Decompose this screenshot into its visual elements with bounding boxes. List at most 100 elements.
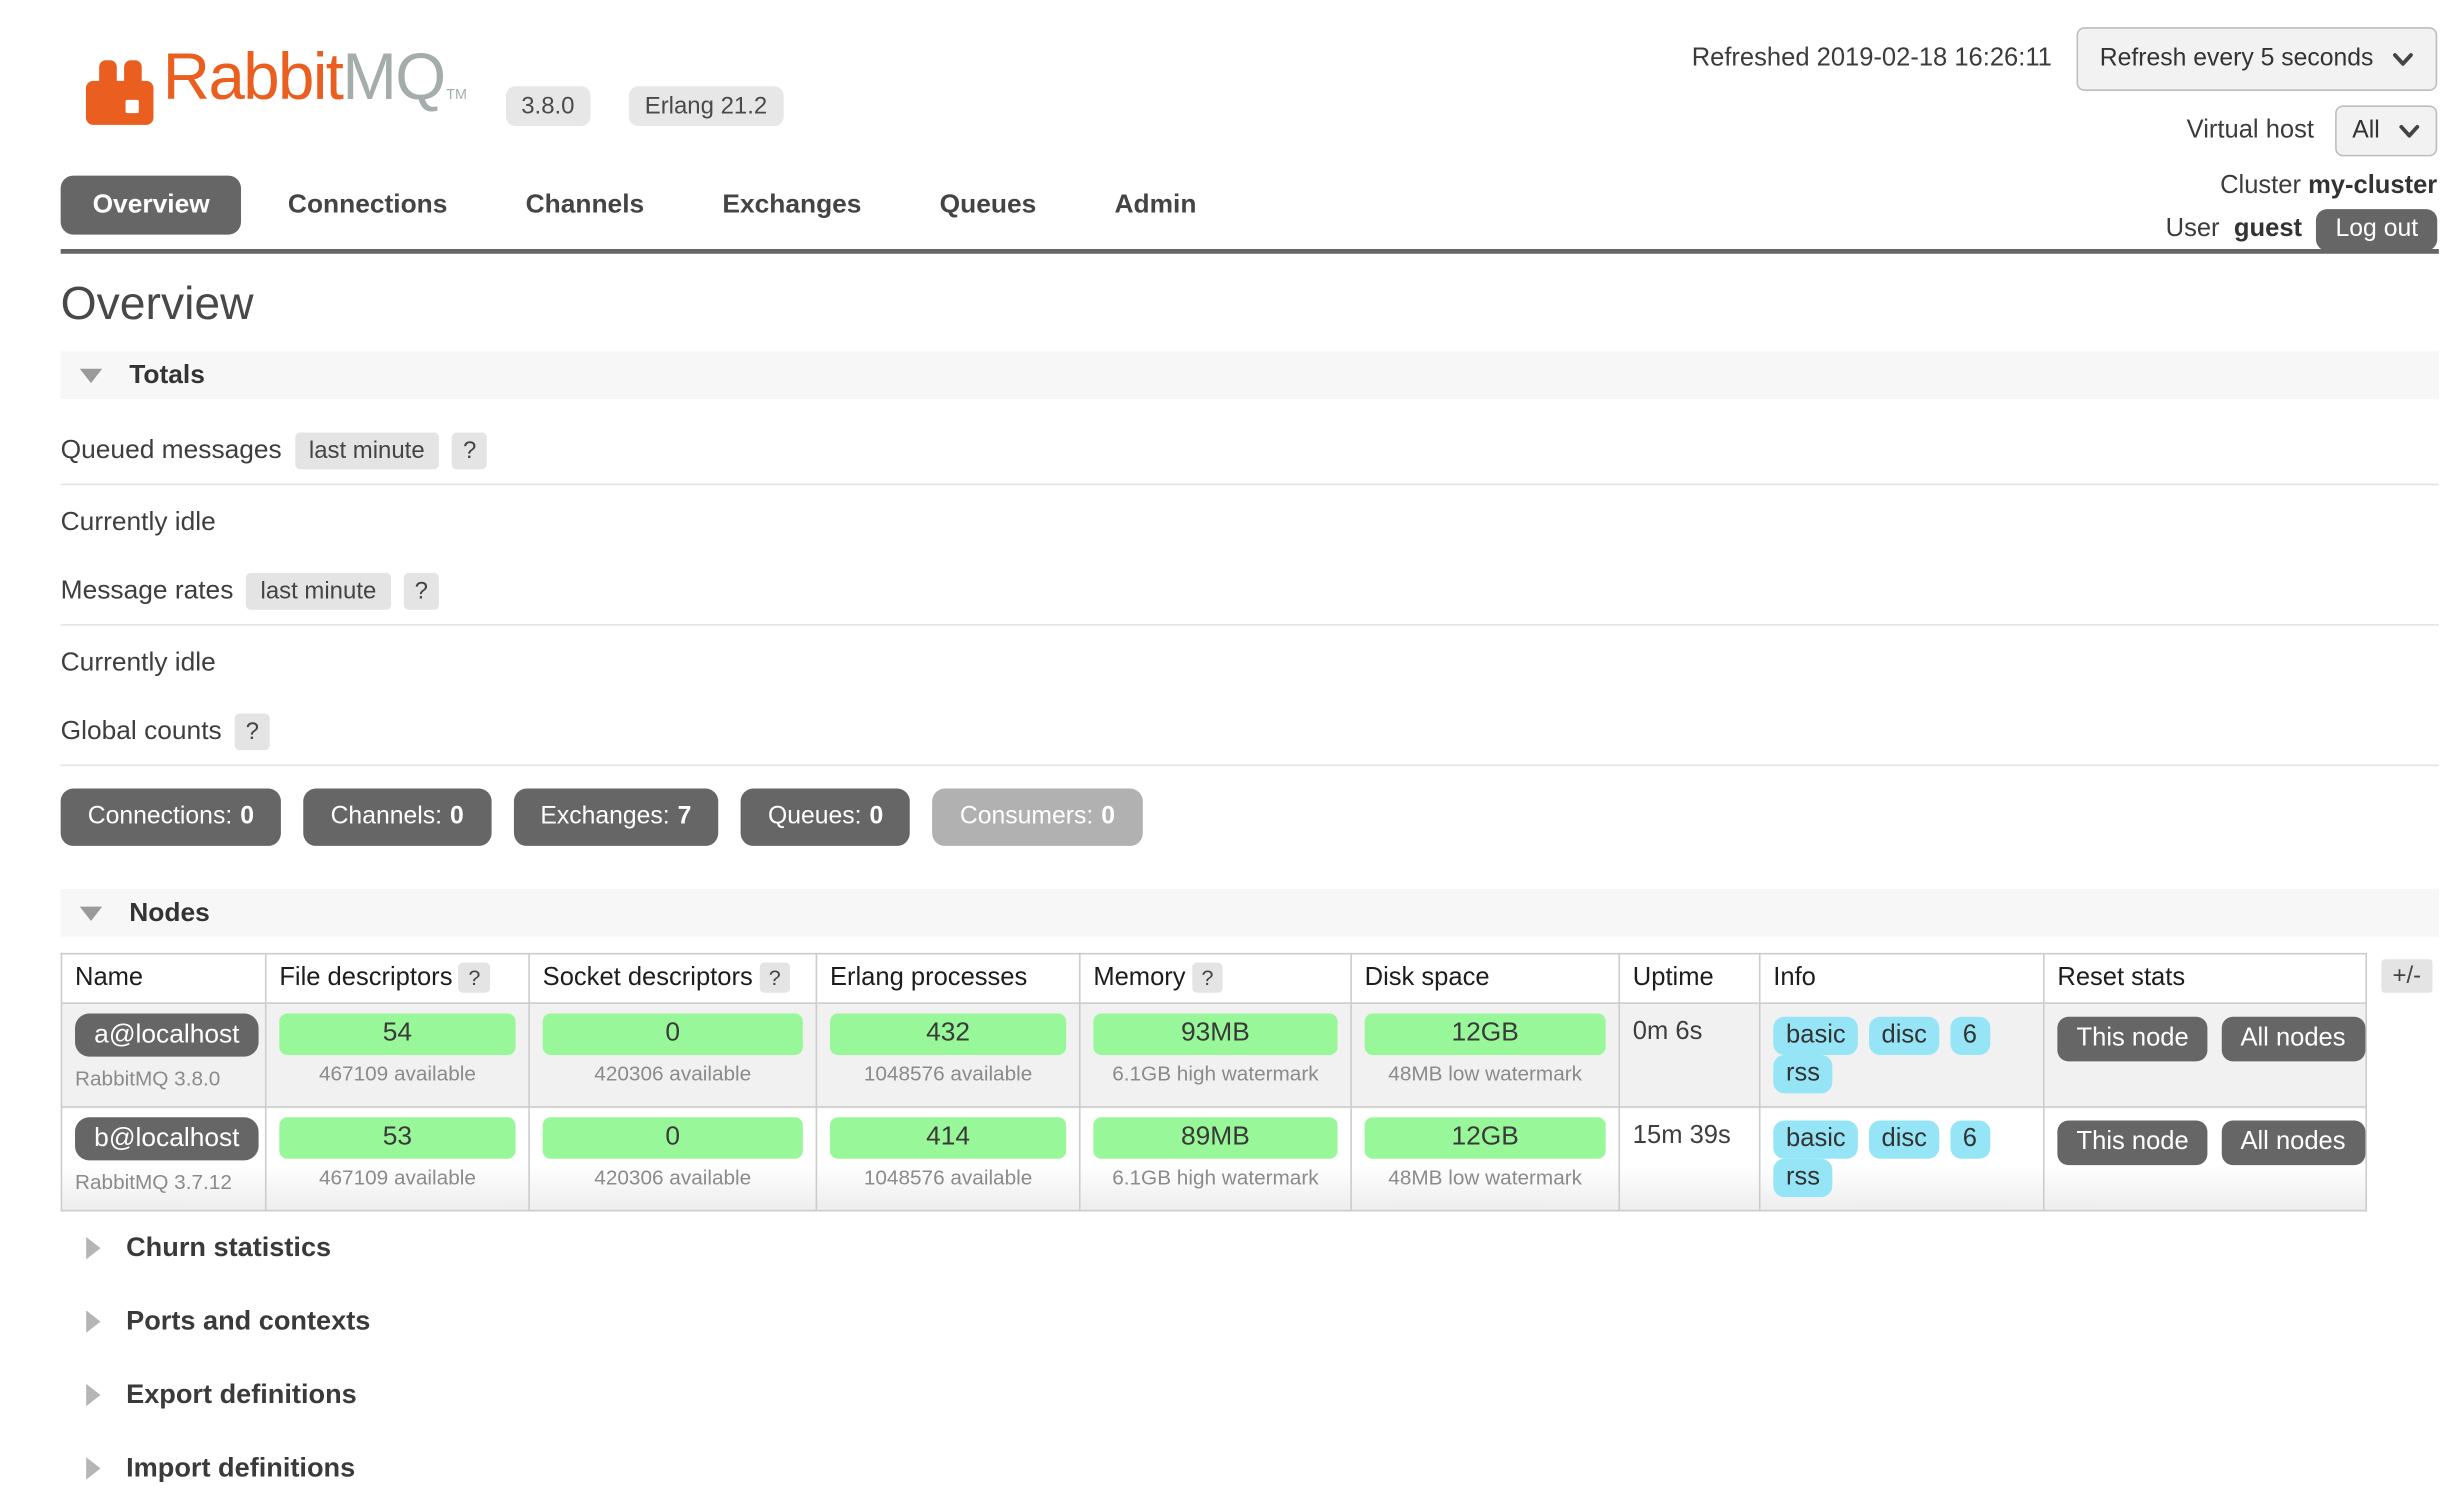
disk-space-watermark: 48MB low watermark <box>1365 1061 1606 1085</box>
reset-all-nodes-button[interactable]: All nodes <box>2221 1120 2364 1165</box>
node-name-badge[interactable]: b@localhost <box>75 1117 259 1160</box>
column-toggle-button[interactable]: +/- <box>2381 959 2432 993</box>
exchanges-count-value: 7 <box>678 803 692 830</box>
memory-bar: 89MB <box>1093 1117 1337 1158</box>
queued-period-badge[interactable]: last minute <box>295 433 440 470</box>
socket-descriptors-bar: 0 <box>543 1117 803 1158</box>
connections-count-value: 0 <box>240 803 254 830</box>
section-label: Export definitions <box>126 1379 357 1411</box>
section-import-definitions[interactable]: Import definitions <box>86 1432 2439 1492</box>
section-export-definitions[interactable]: Export definitions <box>86 1358 2439 1431</box>
global-count-buttons: Connections: 0 Channels: 0 Exchanges: 7 Que… <box>61 788 2439 845</box>
exchanges-count-label: Exchanges: <box>540 803 669 830</box>
divider <box>61 484 2439 486</box>
expand-triangle-icon <box>86 1384 100 1406</box>
message-rates-row: Message rates last minute ? <box>61 573 2439 610</box>
nodes-section-header[interactable]: Nodes <box>61 889 2439 937</box>
erlang-processes-bar: 414 <box>830 1117 1066 1158</box>
memory-cell: 89MB 6.1GB high watermark <box>1080 1107 1351 1211</box>
node-uptime: 15m 39s <box>1619 1107 1759 1211</box>
col-disk-space: Disk space <box>1351 954 1619 1003</box>
tab-overview[interactable]: Overview <box>61 176 242 235</box>
col-erlang-processes: Erlang processes <box>816 954 1079 1003</box>
tab-admin[interactable]: Admin <box>1083 176 1229 235</box>
connections-count-button[interactable]: Connections: 0 <box>61 788 281 845</box>
info-badge-basic: basic <box>1773 1017 1858 1055</box>
header-divider <box>61 249 2439 254</box>
col-socket-descriptors: Socket descriptors? <box>529 954 816 1003</box>
global-counts-row: Global counts ? <box>61 713 2439 750</box>
col-memory-label: Memory <box>1093 964 1185 991</box>
memory-cell: 93MB 6.1GB high watermark <box>1080 1003 1351 1107</box>
channels-count-button[interactable]: Channels: 0 <box>303 788 490 845</box>
reset-all-nodes-button[interactable]: All nodes <box>2221 1017 2364 1062</box>
section-churn-statistics[interactable]: Churn statistics <box>86 1211 2439 1284</box>
queues-count-label: Queues: <box>768 803 862 830</box>
tab-exchanges[interactable]: Exchanges <box>690 176 893 235</box>
memory-help-icon[interactable]: ? <box>1192 962 1223 992</box>
cluster-info: Cluster my-cluster <box>2220 172 2437 201</box>
queues-count-button[interactable]: Queues:0 <box>741 788 911 845</box>
erlang-processes-available: 1048576 available <box>830 1165 1066 1189</box>
brand-name-secondary: MQ <box>342 40 444 113</box>
virtual-host-controls: Virtual host All <box>2187 105 2438 156</box>
col-memory: Memory? <box>1080 954 1351 1003</box>
section-label: Ports and contexts <box>126 1306 370 1338</box>
info-badge-count: 6 <box>1950 1120 1990 1158</box>
node-name-badge[interactable]: a@localhost <box>75 1014 259 1057</box>
brand-name-primary: Rabbit <box>163 40 343 113</box>
file-descriptors-cell: 53 467109 available <box>266 1107 529 1211</box>
rates-help-icon[interactable]: ? <box>403 573 439 610</box>
global-counts-help-icon[interactable]: ? <box>234 713 270 750</box>
col-reset-stats-label: Reset stats <box>2057 964 2185 991</box>
consumers-count-label: Consumers: <box>960 803 1093 830</box>
global-counts-label: Global counts <box>61 717 222 747</box>
tab-connections[interactable]: Connections <box>256 176 479 235</box>
rabbitmq-logo[interactable]: RabbitMQTM <box>83 41 467 129</box>
node-info-cell: basic disc 6 rss <box>1760 1107 2044 1211</box>
info-badge-basic: basic <box>1773 1120 1858 1158</box>
col-file-descriptors: File descriptors? <box>266 954 529 1003</box>
reset-this-node-button[interactable]: This node <box>2057 1120 2207 1165</box>
expand-triangle-icon <box>86 1310 100 1332</box>
tab-queues[interactable]: Queues <box>908 176 1068 235</box>
user-name: guest <box>2234 215 2302 244</box>
section-label: Churn statistics <box>126 1232 331 1264</box>
tab-channels[interactable]: Channels <box>494 176 676 235</box>
reset-this-node-button[interactable]: This node <box>2057 1017 2207 1062</box>
col-name: Name <box>61 954 265 1003</box>
refresh-interval-dropdown[interactable]: Refresh every 5 seconds <box>2076 27 2437 91</box>
file-descriptors-bar: 53 <box>279 1117 515 1158</box>
node-version: RabbitMQ 3.8.0 <box>75 1066 252 1090</box>
expand-triangle-icon <box>86 1237 100 1259</box>
section-ports-and-contexts[interactable]: Ports and contexts <box>86 1285 2439 1358</box>
queued-help-icon[interactable]: ? <box>452 433 488 470</box>
refresh-interval-value: Refresh every 5 seconds <box>2100 45 2374 74</box>
disk-space-watermark: 48MB low watermark <box>1365 1165 1606 1189</box>
col-file-descriptors-label: File descriptors <box>279 964 452 991</box>
col-info: Info <box>1760 954 2044 1003</box>
expand-triangle-icon <box>86 1457 100 1479</box>
disk-space-bar: 12GB <box>1365 1014 1606 1055</box>
totals-section-header[interactable]: Totals <box>61 351 2439 399</box>
file-descriptors-bar: 54 <box>279 1014 515 1055</box>
file-descriptors-cell: 54 467109 available <box>266 1003 529 1107</box>
memory-watermark: 6.1GB high watermark <box>1093 1165 1337 1189</box>
logout-button[interactable]: Log out <box>2316 209 2437 250</box>
node-name-cell: a@localhost RabbitMQ 3.8.0 <box>61 1003 265 1107</box>
socket-descriptors-available: 420306 available <box>543 1165 803 1189</box>
collapse-triangle-icon <box>80 906 102 920</box>
socket-descriptors-help-icon[interactable]: ? <box>759 962 790 992</box>
channels-count-value: 0 <box>450 803 464 830</box>
connections-count-label: Connections: <box>88 803 232 830</box>
info-badge-rss: rss <box>1773 1055 1833 1093</box>
exchanges-count-button[interactable]: Exchanges: 7 <box>513 788 718 845</box>
memory-bar: 93MB <box>1093 1014 1337 1055</box>
erlang-processes-cell: 432 1048576 available <box>816 1003 1079 1107</box>
virtual-host-dropdown[interactable]: All <box>2335 105 2438 156</box>
node-uptime: 0m 6s <box>1619 1003 1759 1107</box>
channels-count-label: Channels: <box>331 803 442 830</box>
rates-period-badge[interactable]: last minute <box>246 573 391 610</box>
virtual-host-label: Virtual host <box>2187 117 2314 146</box>
file-descriptors-help-icon[interactable]: ? <box>459 962 490 992</box>
